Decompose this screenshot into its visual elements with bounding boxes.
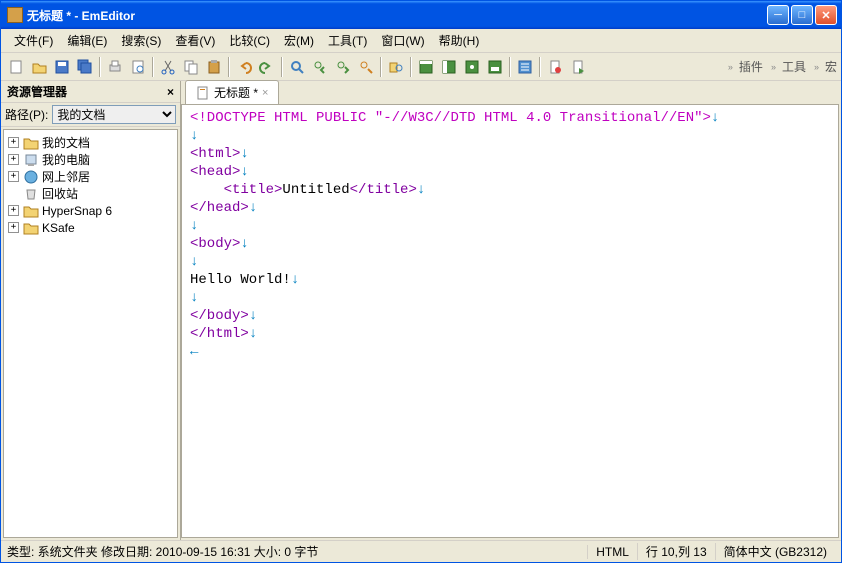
status-lang: HTML <box>587 545 637 559</box>
new-icon[interactable] <box>5 56 27 78</box>
save-icon[interactable] <box>51 56 73 78</box>
replace-icon[interactable] <box>355 56 377 78</box>
titlebar[interactable]: 无标题 * - EmEditor ─ □ ✕ <box>1 1 841 29</box>
find-icon[interactable] <box>286 56 308 78</box>
macro-play-icon[interactable] <box>567 56 589 78</box>
tree-item[interactable]: +HyperSnap 6 <box>6 202 175 219</box>
undo-icon[interactable] <box>233 56 255 78</box>
panel2-icon[interactable] <box>438 56 460 78</box>
menu-window[interactable]: 窗口(W) <box>374 30 431 51</box>
tree-item[interactable]: +KSafe <box>6 219 175 236</box>
save-all-icon[interactable] <box>74 56 96 78</box>
tree-item[interactable]: +我的文档 <box>6 134 175 151</box>
close-button[interactable]: ✕ <box>815 5 837 25</box>
tools-label[interactable]: 工具 <box>782 58 806 75</box>
window-title: 无标题 * - EmEditor <box>27 7 767 24</box>
print-preview-icon[interactable] <box>127 56 149 78</box>
config-icon[interactable] <box>514 56 536 78</box>
menubar: 文件(F) 编辑(E) 搜索(S) 查看(V) 比较(C) 宏(M) 工具(T)… <box>1 29 841 53</box>
tree-item[interactable]: +网上邻居 <box>6 168 175 185</box>
sidebar-title: 资源管理器 <box>7 83 67 100</box>
statusbar: 类型: 系统文件夹 修改日期: 2010-09-15 16:31 大小: 0 字… <box>1 540 841 562</box>
tab-label: 无标题 * <box>214 84 258 101</box>
sidebar-close-icon[interactable]: × <box>167 85 174 99</box>
sidebar-header: 资源管理器 × <box>1 81 180 103</box>
macro-rec-icon[interactable] <box>544 56 566 78</box>
toolbar: » 插件» 工具» 宏 <box>1 53 841 81</box>
tab-untitled[interactable]: 无标题 * × <box>185 80 279 104</box>
paste-icon[interactable] <box>203 56 225 78</box>
path-select[interactable]: 我的文档 <box>52 105 176 124</box>
status-info: 类型: 系统文件夹 修改日期: 2010-09-15 16:31 大小: 0 字… <box>7 543 587 560</box>
sidebar: 资源管理器 × 路径(P): 我的文档 +我的文档 +我的电脑 +网上邻居 +回… <box>1 81 181 540</box>
menu-view[interactable]: 查看(V) <box>168 30 222 51</box>
menu-macro[interactable]: 宏(M) <box>277 30 321 51</box>
menu-tools[interactable]: 工具(T) <box>321 30 374 51</box>
maximize-button[interactable]: □ <box>791 5 813 25</box>
find-prev-icon[interactable] <box>309 56 331 78</box>
tree-item[interactable]: +我的电脑 <box>6 151 175 168</box>
overflow-icon[interactable]: » <box>728 62 733 72</box>
redo-icon[interactable] <box>256 56 278 78</box>
tree-item[interactable]: +回收站 <box>6 185 175 202</box>
macro-label[interactable]: 宏 <box>825 58 837 75</box>
panel1-icon[interactable] <box>415 56 437 78</box>
plugins-label[interactable]: 插件 <box>739 58 763 75</box>
status-enc: 简体中文 (GB2312) <box>715 543 835 560</box>
menu-search[interactable]: 搜索(S) <box>114 30 168 51</box>
folder-tree[interactable]: +我的文档 +我的电脑 +网上邻居 +回收站 +HyperSnap 6 +KSa… <box>3 129 178 538</box>
panel3-icon[interactable] <box>461 56 483 78</box>
code-editor[interactable]: <!DOCTYPE HTML PUBLIC "-//W3C//DTD HTML … <box>181 104 839 538</box>
tab-bar: 无标题 * × <box>181 81 841 104</box>
path-label: 路径(P): <box>5 106 48 123</box>
panel4-icon[interactable] <box>484 56 506 78</box>
app-icon <box>7 7 23 23</box>
file-icon <box>196 86 210 100</box>
status-pos: 行 10,列 13 <box>637 543 715 560</box>
menu-file[interactable]: 文件(F) <box>7 30 60 51</box>
minimize-button[interactable]: ─ <box>767 5 789 25</box>
cut-icon[interactable] <box>157 56 179 78</box>
grep-icon[interactable] <box>385 56 407 78</box>
menu-edit[interactable]: 编辑(E) <box>60 30 114 51</box>
menu-help[interactable]: 帮助(H) <box>432 30 487 51</box>
print-icon[interactable] <box>104 56 126 78</box>
find-next-icon[interactable] <box>332 56 354 78</box>
open-icon[interactable] <box>28 56 50 78</box>
copy-icon[interactable] <box>180 56 202 78</box>
tab-close-icon[interactable]: × <box>262 87 268 99</box>
menu-compare[interactable]: 比较(C) <box>222 30 277 51</box>
